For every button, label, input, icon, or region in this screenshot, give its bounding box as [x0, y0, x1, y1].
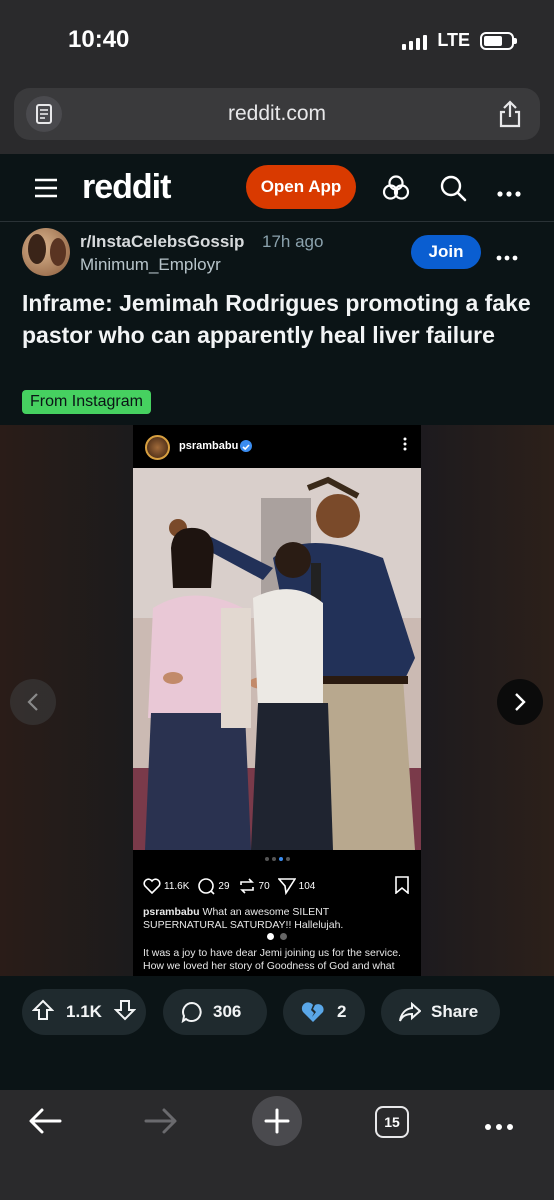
browser-share-icon[interactable] [498, 100, 522, 133]
share-arrow-icon [399, 1002, 421, 1022]
comment-bubble-icon [181, 1001, 202, 1023]
browser-toolbar: reddit.com [0, 80, 554, 154]
post-media[interactable]: psrambabu 11.6K 29 70 104 psrambabu What… [0, 425, 554, 976]
comment-icon [198, 878, 215, 895]
ig-username: psrambabu [179, 440, 239, 452]
more-options-icon[interactable] [497, 184, 521, 202]
ig-header: psrambabu [133, 425, 421, 468]
status-time: 10:40 [68, 26, 130, 53]
open-app-button[interactable]: Open App [246, 165, 356, 209]
verified-icon [240, 440, 252, 452]
reddit-logo[interactable]: reddit [82, 168, 171, 207]
award-count: 2 [337, 1002, 347, 1021]
vote-control: 1.1K [22, 989, 146, 1035]
address-bar[interactable]: reddit.com [14, 88, 540, 140]
ig-carousel-dots [133, 857, 421, 861]
tabs-button[interactable]: 15 [375, 1106, 409, 1138]
instagram-embed: psrambabu 11.6K 29 70 104 psrambabu What… [133, 425, 421, 976]
back-icon[interactable] [28, 1107, 62, 1140]
menu-icon[interactable] [34, 178, 58, 203]
comments-button[interactable]: 306 [163, 989, 267, 1035]
ig-caption-more: It was a joy to have dear Jemi joining u… [143, 947, 401, 972]
network-label: LTE [437, 30, 470, 50]
ig-likes: 11.6K [164, 880, 190, 892]
share-button[interactable]: Share [381, 989, 500, 1035]
ig-avatar [145, 435, 170, 460]
ig-more-icon [403, 437, 407, 456]
vote-count: 1.1K [66, 1002, 102, 1021]
ig-reposts: 70 [258, 880, 270, 892]
communities-icon[interactable] [382, 174, 410, 207]
forward-icon[interactable] [144, 1107, 178, 1140]
post-title[interactable]: Inframe: Jemimah Rodrigues promoting a f… [22, 287, 532, 351]
broken-heart-icon [301, 1002, 324, 1022]
repost-icon [239, 878, 254, 894]
ig-actions: 11.6K 29 70 104 [143, 875, 413, 897]
downvote-icon[interactable] [113, 999, 137, 1026]
status-indicators: LTE [402, 30, 517, 51]
post-time: 17h ago [262, 232, 324, 251]
next-image-button[interactable] [497, 679, 543, 725]
join-button[interactable]: Join [411, 235, 481, 269]
reddit-header: reddit Open App [0, 154, 554, 222]
ig-comments: 29 [218, 880, 230, 892]
media-page-dots[interactable] [258, 928, 296, 944]
heart-icon [143, 878, 161, 894]
share-label: Share [431, 1002, 479, 1021]
ig-caption-user: psrambabu [143, 906, 200, 918]
status-bar: 10:40 LTE [0, 0, 554, 80]
post-author[interactable]: Minimum_Employr [80, 255, 221, 275]
post-more-icon[interactable] [496, 248, 518, 266]
ig-photo [133, 468, 421, 850]
award-button[interactable]: 2 [283, 989, 365, 1035]
new-tab-button[interactable] [252, 1096, 302, 1146]
battery-icon [480, 31, 517, 50]
post-flair[interactable]: From Instagram [22, 390, 151, 414]
url-text[interactable]: reddit.com [14, 102, 540, 126]
subreddit-avatar[interactable] [22, 228, 70, 276]
ig-shares: 104 [298, 880, 316, 892]
subreddit-name[interactable]: r/InstaCelebsGossip [80, 232, 244, 252]
search-icon[interactable] [439, 174, 467, 207]
plus-icon [264, 1108, 290, 1134]
browser-more-icon[interactable] [484, 1118, 514, 1136]
browser-bottom-bar: 15 [0, 1090, 554, 1200]
signal-icon [402, 32, 428, 50]
post-action-bar: 1.1K 306 2 Share [0, 976, 554, 1090]
comment-count: 306 [213, 1002, 242, 1021]
send-icon [277, 878, 296, 895]
upvote-icon[interactable] [31, 999, 55, 1026]
bookmark-icon [395, 876, 409, 899]
previous-image-button[interactable] [10, 679, 56, 725]
